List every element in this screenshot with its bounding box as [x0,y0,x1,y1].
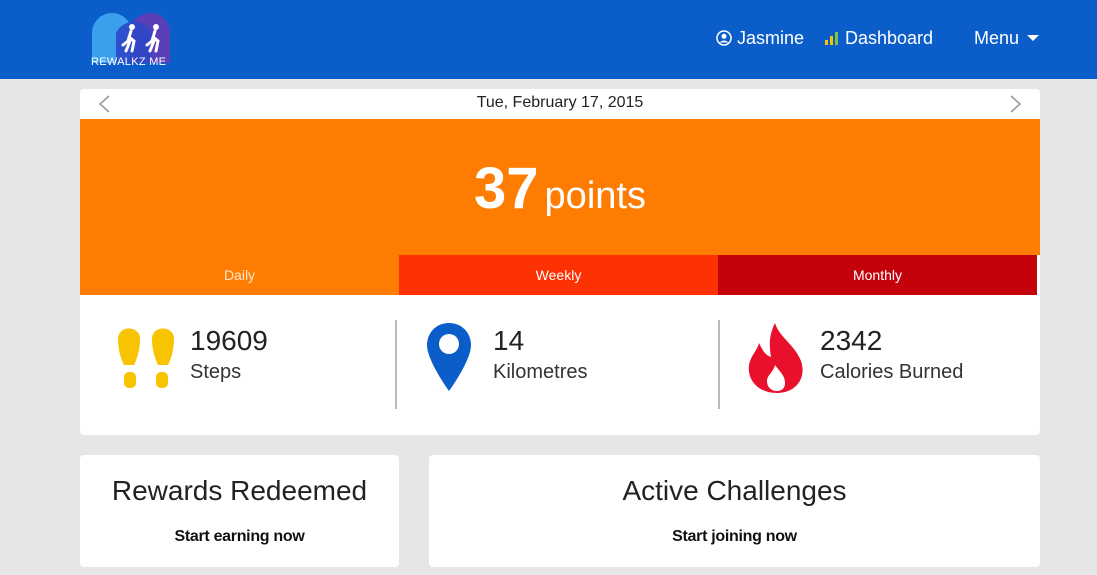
stat-calories: 2342 Calories Burned [720,295,1040,435]
challenges-title: Active Challenges [622,475,847,506]
map-pin-icon [425,321,473,398]
flame-icon [745,321,809,400]
active-challenges-card: Active Challenges Start joining now [429,455,1040,567]
rewards-title: Rewards Redeemed [111,475,368,506]
start-earning-link[interactable]: Start earning now [80,528,399,546]
caret-down-icon [1027,35,1040,41]
activity-stats: 19609 Steps 14 Kilometres 2342 Calories … [80,295,1040,435]
calories-label: Calories Burned [820,361,964,383]
rewards-redeemed-card: Rewards Redeemed Start earning now [80,455,399,567]
tab-monthly[interactable]: Monthly [718,255,1037,295]
user-profile-link[interactable]: Jasmine [716,26,804,50]
chevron-right-icon[interactable] [1007,95,1023,113]
menu-dropdown[interactable]: Menu [974,26,1040,50]
calories-value: 2342 [820,325,883,356]
distance-value: 14 [493,325,525,356]
dashboard-label: Dashboard [845,27,934,48]
user-name: Jasmine [737,27,805,48]
period-tabs: Daily Weekly Monthly [80,255,1040,295]
logo-text: REWALKZ ME [91,56,167,68]
date-navigator: Tue, February 17, 2015 [80,89,1040,119]
steps-value: 19609 [190,325,268,356]
points-unit: points [544,175,646,217]
steps-label: Steps [190,361,242,383]
stat-distance: 14 Kilometres [397,295,718,435]
tab-daily[interactable]: Daily [80,255,399,295]
dashboard-link[interactable]: Dashboard [824,26,933,50]
tab-weekly[interactable]: Weekly [399,255,718,295]
distance-label: Kilometres [493,361,588,383]
start-joining-link[interactable]: Start joining now [429,528,1040,546]
current-date: Tue, February 17, 2015 [476,94,644,111]
points-banner: 37 points [80,119,1040,255]
tab-spacer [1037,255,1040,295]
bar-chart-icon [825,32,838,45]
user-icon [716,30,732,46]
menu-label: Menu [974,27,1020,48]
stat-steps: 19609 Steps [80,295,396,435]
daily-summary-card: Tue, February 17, 2015 37 points Daily We… [80,89,1040,435]
top-nav-bar: REWALKZ ME Jasmine Dashboard Menu [0,0,1097,79]
footprints-icon [114,321,178,398]
points-display: 37 points [80,155,1040,222]
points-value: 37 [474,156,539,221]
